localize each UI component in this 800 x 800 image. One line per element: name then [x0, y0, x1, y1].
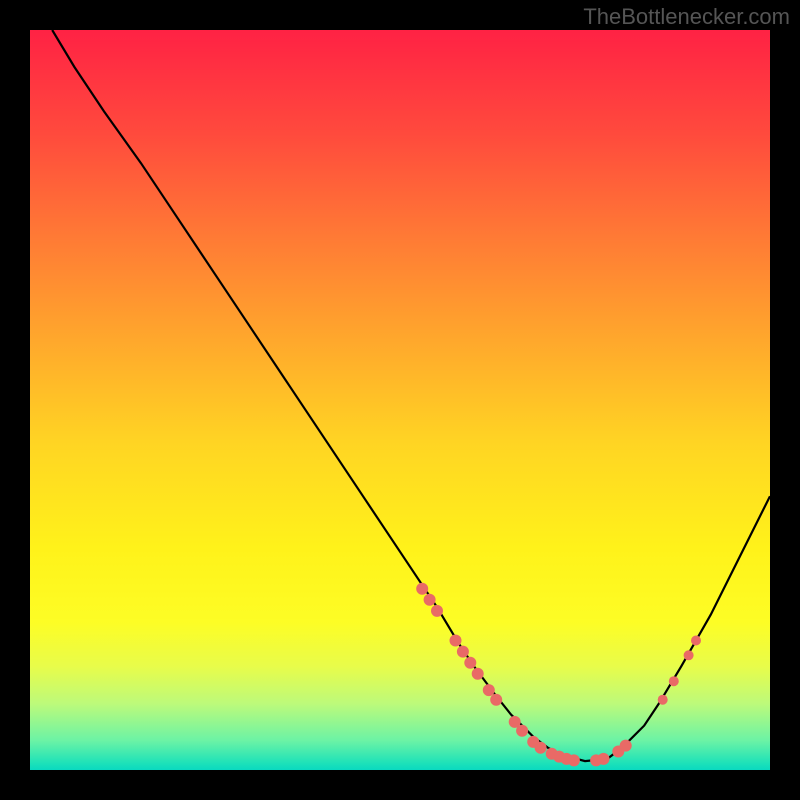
data-marker	[535, 742, 547, 754]
plot-area	[30, 30, 770, 770]
chart-svg	[30, 30, 770, 770]
data-marker	[483, 684, 495, 696]
data-marker	[684, 650, 694, 660]
data-marker	[424, 594, 436, 606]
data-marker	[620, 740, 632, 752]
data-marker	[691, 636, 701, 646]
data-markers	[416, 583, 701, 767]
data-marker	[457, 646, 469, 658]
data-marker	[568, 754, 580, 766]
data-marker	[450, 635, 462, 647]
data-marker	[658, 695, 668, 705]
data-marker	[669, 676, 679, 686]
data-marker	[516, 725, 528, 737]
data-marker	[490, 694, 502, 706]
data-marker	[598, 753, 610, 765]
bottleneck-curve	[52, 30, 770, 761]
data-marker	[431, 605, 443, 617]
data-marker	[416, 583, 428, 595]
data-marker	[472, 668, 484, 680]
watermark-text: TheBottlenecker.com	[583, 4, 790, 30]
data-marker	[464, 657, 476, 669]
